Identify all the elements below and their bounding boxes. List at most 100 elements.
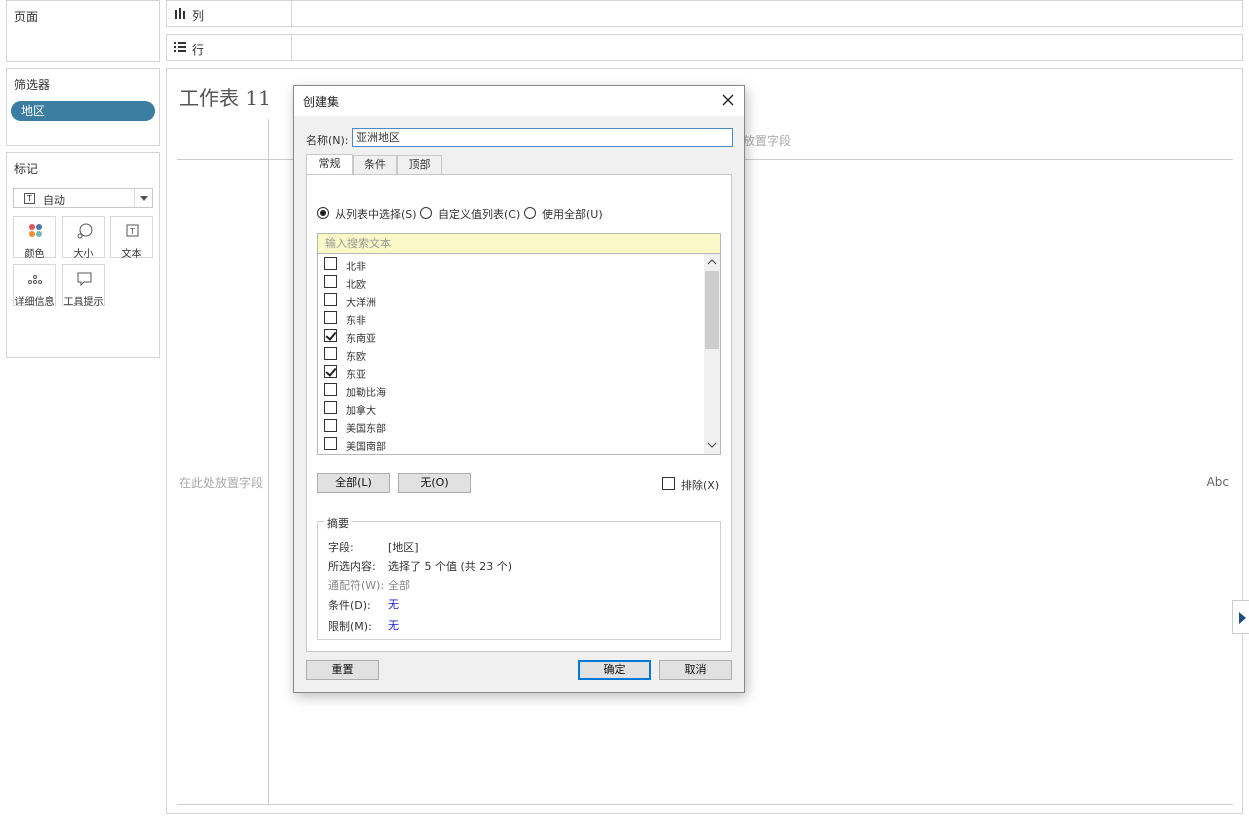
list-item-label: 北非 [346,262,366,273]
checkbox[interactable] [324,311,337,324]
tab-condition[interactable]: 条件 [353,155,397,175]
list-item-label: 美国南部 [346,442,386,453]
mark-text-label: 文本 [121,249,142,260]
marks-title: 标记 [14,162,39,176]
list-item-label: 美国东部 [346,424,386,435]
expand-panel-arrow-icon[interactable] [1232,600,1249,634]
summary-limit-key: 限制(M): [328,620,372,633]
radio-dot [524,207,536,219]
mark-detail-label: 详细信息 [14,297,55,308]
svg-text:T: T [129,227,135,236]
filters-card: 筛选器 地区 [6,68,160,146]
close-icon[interactable] [720,92,736,108]
radio-dot [420,207,432,219]
mark-type-label: 自动 [43,194,65,207]
summary-limit-value[interactable]: 无 [388,617,399,633]
abc-placeholder: Abc [1206,475,1229,489]
checkbox[interactable] [324,401,337,414]
worksheet-title[interactable]: 工作表 11 [179,82,271,111]
mark-size-label: 大小 [73,249,94,260]
checkbox[interactable] [324,329,337,342]
summary-wildcard-value: 全部 [388,579,410,592]
checkbox[interactable] [324,293,337,306]
shelf-divider [291,1,292,26]
drop-field-left-hint: 在此处放置字段 [179,476,264,490]
canvas-vertical-line [268,119,269,804]
reset-button[interactable]: 重置 [306,660,379,680]
drop-field-top-hint: 放置字段 [743,134,792,148]
mark-tooltip-label: 工具提示 [63,297,104,308]
list-item-label: 东非 [346,316,366,327]
canvas-bottom-line [177,804,1233,805]
mark-size-button[interactable]: 大小 [62,216,105,260]
text-icon: T [126,224,139,237]
summary-selection-value: 选择了 5 个值 (共 23 个) [388,560,513,573]
list-item-label: 东欧 [346,352,366,363]
summary-group: 摘要 字段: [地区] 所选内容: 选择了 5 个值 (共 23 个) 通配符(… [317,515,721,640]
columns-label: 列 [192,9,205,23]
color-icon [29,224,42,237]
marks-card: 标记 T 自动 颜色 大小 T 文本 详细信息 工具提示 [6,152,160,358]
size-icon [77,223,93,239]
ok-button[interactable]: 确定 [578,660,651,680]
rows-label: 行 [192,43,205,57]
radio-label: 使用全部(U) [542,208,603,221]
columns-icon [175,8,185,19]
checkbox[interactable] [324,419,337,432]
summary-legend: 摘要 [324,515,352,531]
create-set-dialog: 创建集 名称(N): 亚洲地区 常规 条件 顶部 从列表中选择(S) 自定义值列… [293,85,745,693]
columns-shelf[interactable]: 列 [166,0,1243,27]
list-item-label: 北欧 [346,280,366,291]
chevron-down-icon[interactable] [708,442,716,448]
list-item-label: 加拿大 [346,406,376,417]
summary-field-key: 字段: [328,541,354,554]
filter-pill-region[interactable]: 地区 [11,101,155,121]
mark-text-button[interactable]: T 文本 [110,216,153,260]
general-tab-panel: 从列表中选择(S) 自定义值列表(C) 使用全部(U) 输入搜索文本 北非 北欧… [306,174,732,652]
checkbox[interactable] [324,437,337,450]
summary-condition-value[interactable]: 无 [388,596,399,612]
chevron-up-icon[interactable] [708,259,716,265]
checkbox[interactable] [662,477,675,490]
cancel-button[interactable]: 取消 [659,660,732,680]
mark-color-button[interactable]: 颜色 [13,216,56,260]
rows-shelf[interactable]: 行 [166,34,1243,61]
checkbox[interactable] [324,257,337,270]
chevron-down-icon[interactable] [134,189,152,207]
radio-label: 自定义值列表(C) [438,208,521,221]
detail-icon [28,275,42,284]
pages-title: 页面 [14,10,39,24]
rows-icon [174,42,186,52]
radio-label: 从列表中选择(S) [335,208,417,221]
exclude-label: 排除(X) [681,479,720,492]
summary-field-value: [地区] [388,541,419,554]
summary-wildcard-key: 通配符(W): [328,579,385,592]
tooltip-icon [77,272,92,287]
select-none-button[interactable]: 无(O) [398,473,471,493]
checkbox[interactable] [324,365,337,378]
select-all-button[interactable]: 全部(L) [317,473,390,493]
name-input[interactable]: 亚洲地区 [352,128,733,147]
text-mark-icon: T [24,193,35,204]
checkbox[interactable] [324,383,337,396]
list-item-label: 大洋洲 [346,298,376,309]
dialog-titlebar: 创建集 [294,86,744,116]
mark-type-dropdown[interactable]: T 自动 [13,188,153,208]
summary-selection-key: 所选内容: [328,560,376,573]
name-label: 名称(N): [306,134,349,147]
scrollbar-thumb[interactable] [705,271,719,349]
shelf-divider [291,35,292,60]
tab-general[interactable]: 常规 [306,154,353,176]
tab-top[interactable]: 顶部 [397,155,442,175]
checkbox[interactable] [324,347,337,360]
checkbox[interactable] [324,275,337,288]
search-input[interactable]: 输入搜索文本 [317,233,721,254]
list-scrollbar[interactable] [704,254,720,454]
mark-tooltip-button[interactable]: 工具提示 [62,264,105,308]
list-item-label: 东亚 [346,370,366,381]
radio-dot [317,207,329,219]
mark-detail-button[interactable]: 详细信息 [13,264,56,308]
value-list[interactable]: 北非 北欧 大洋洲 东非 东南亚 东欧 东亚 加勒比海 加拿大 美国东部 美国南… [317,254,721,455]
list-item-label: 东南亚 [346,334,376,345]
dialog-title: 创建集 [303,95,340,109]
